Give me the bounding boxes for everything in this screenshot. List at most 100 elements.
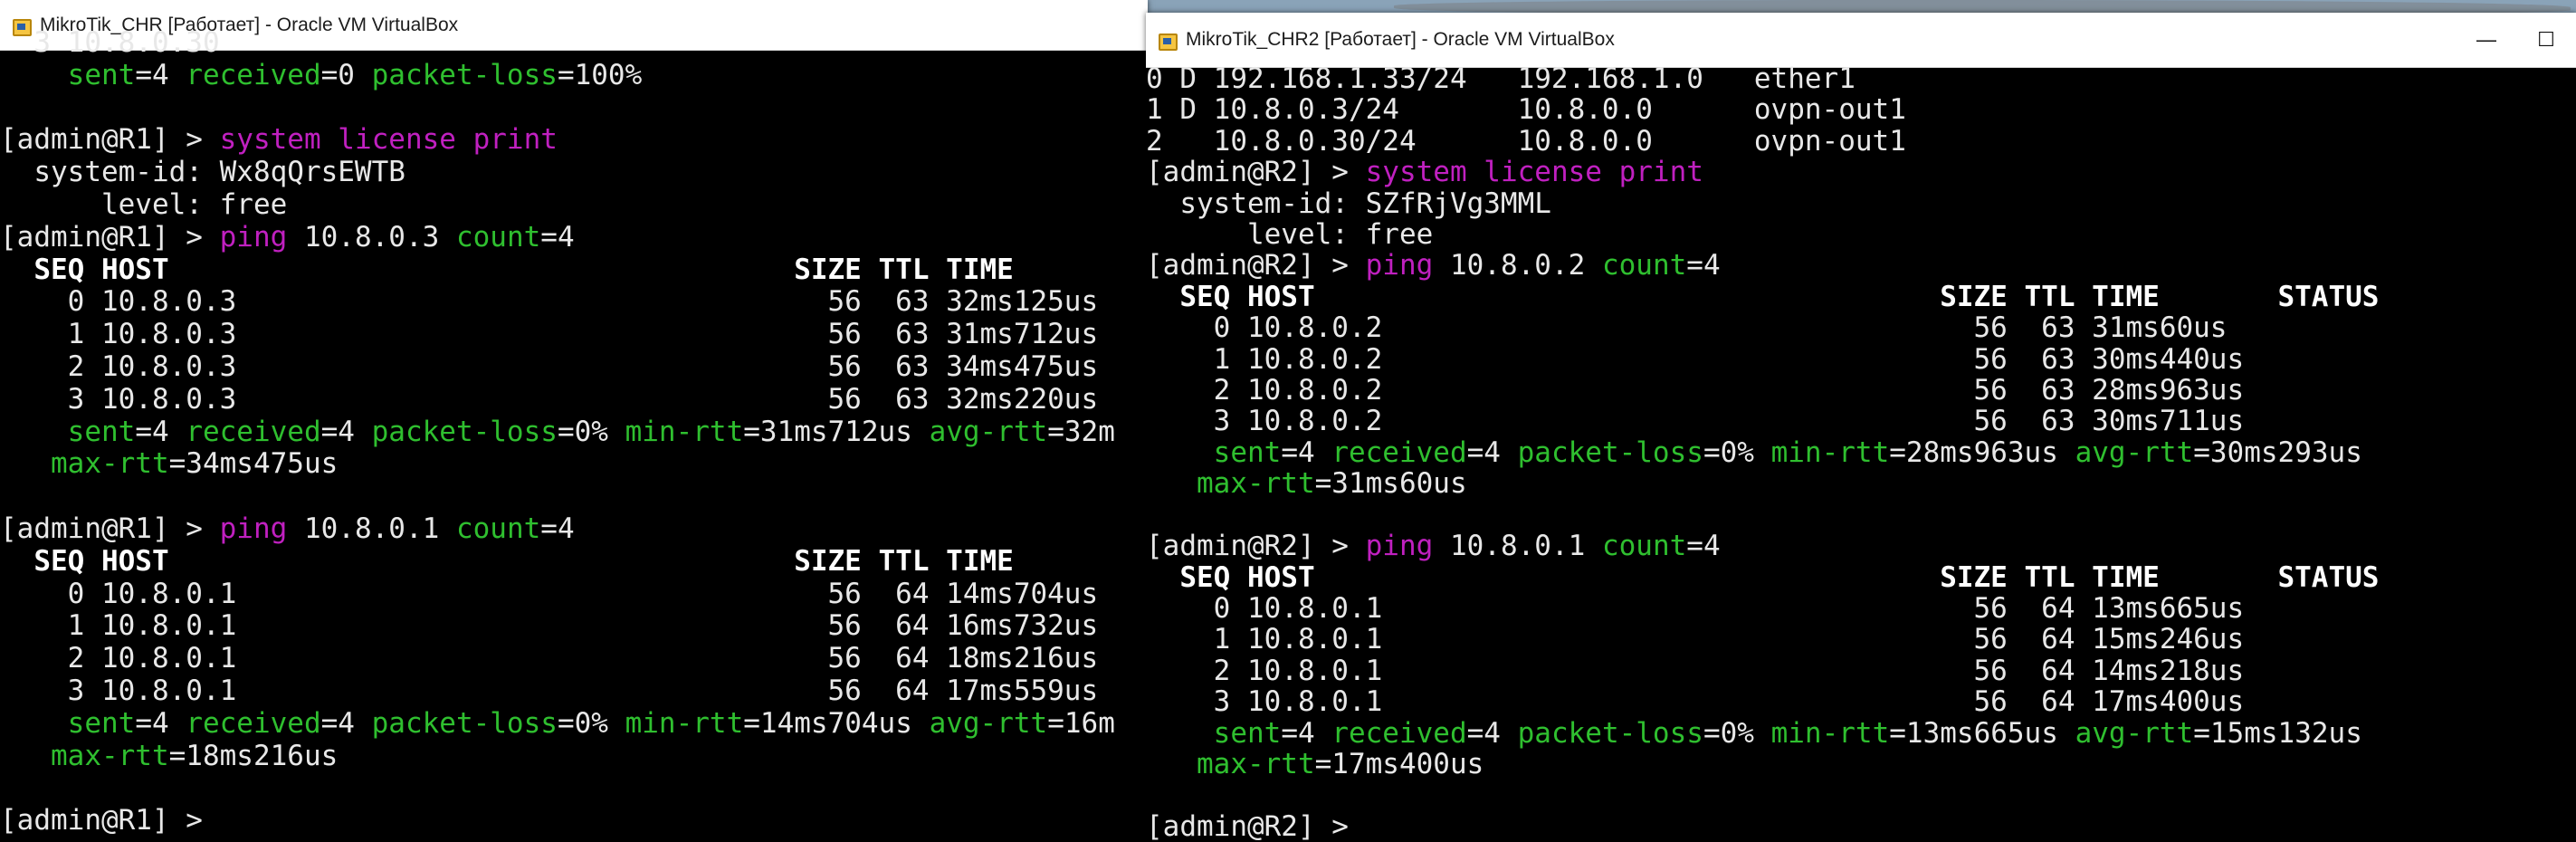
terminal-text: =0%: [1703, 716, 1771, 750]
terminal-line: 2 10.8.0.30/24 10.8.0.0 ovpn-out1: [1146, 126, 2576, 157]
terminal-text: 3 10.8.0.1 56 64 17ms400us: [1146, 685, 2245, 719]
terminal-line: 2 10.8.0.2 56 63 28ms963us: [1146, 375, 2576, 406]
terminal-text: print: [472, 123, 558, 157]
terminal-text: packet-loss: [371, 415, 558, 448]
terminal-line: 0 10.8.0.1 56 64 13ms665us: [1146, 593, 2576, 624]
terminal-text: =4: [320, 706, 372, 740]
terminal-text: 2 10.8.0.1 56 64 18ms216us: [0, 642, 1099, 675]
terminal-text: SEQ HOST SIZE TTL TIME STATUS: [1146, 280, 2380, 313]
terminal-text: sent: [1146, 716, 1282, 750]
terminal-line: sent=4 received=4 packet-loss=0% min-rtt…: [0, 416, 1148, 449]
terminal-text: SEQ HOST SIZE TTL TIME: [0, 544, 1014, 578]
terminal-text: =4: [135, 706, 186, 740]
terminal-text: =4: [1281, 435, 1332, 469]
terminal-console[interactable]: 3 10.8.0.30 sent=4 received=0 packet-los…: [0, 27, 1148, 842]
terminal-text: avg-rtt: [2075, 435, 2194, 469]
terminal-text: 10.8.0.3: [303, 220, 456, 254]
terminal-text: received: [1331, 435, 1467, 469]
terminal-text: packet-loss: [1517, 435, 1703, 469]
terminal-line: SEQ HOST SIZE TTL TIME STATUS: [1146, 561, 2576, 593]
terminal-line: SEQ HOST SIZE TTL TIME: [0, 254, 1148, 287]
terminal-text: =0%: [557, 415, 625, 448]
terminal-text: 1 D 10.8.0.3/24 10.8.0.0 ovpn-out1: [1146, 93, 1906, 127]
terminal-text: packet-loss: [371, 706, 558, 740]
terminal-text: =32m: [1047, 415, 1115, 448]
terminal-text: ping: [219, 220, 304, 254]
terminal-line: [admin@R2] > ping 10.8.0.1 count=4: [1146, 531, 2576, 561]
terminal-text: sent: [0, 415, 136, 448]
terminal-line: sent=4 received=4 packet-loss=0% min-rtt…: [1146, 716, 2576, 750]
terminal-line: [1146, 500, 2576, 531]
terminal-line: 0 10.8.0.3 56 63 32ms125us: [0, 285, 1148, 319]
terminal-line: 0 10.8.0.1 56 64 14ms704us: [0, 577, 1148, 611]
terminal-text: [admin@R1] >: [0, 123, 220, 157]
terminal-text: =4: [135, 415, 186, 448]
terminal-line: 0 D 192.168.1.33/24 192.168.1.0 ether1: [1146, 63, 2576, 94]
terminal-text: [admin@R1] >: [0, 804, 203, 837]
terminal-line: [0, 772, 1148, 805]
terminal-text: 3 10.8.0.1 56 64 17ms559us: [0, 674, 1099, 707]
terminal-line: [admin@R1] > ping 10.8.0.1 count=4: [0, 512, 1148, 546]
window-titlebar[interactable]: MikroTik_CHR2 [Работает] - Oracle VM Vir…: [1146, 13, 2576, 68]
terminal-text: 1 10.8.0.1 56 64 16ms732us: [0, 609, 1099, 643]
terminal-text: received: [186, 58, 321, 91]
terminal-line: level: free: [0, 188, 1148, 222]
terminal-text: max-rtt: [0, 447, 169, 481]
terminal-line: 3 10.8.0.1 56 64 17ms559us: [0, 675, 1148, 708]
terminal-text: sent: [1146, 435, 1282, 469]
terminal-console[interactable]: 0 D 192.168.1.33/24 192.168.1.0 ether1 1 …: [1146, 63, 2576, 842]
minimize-button[interactable]: —: [2457, 13, 2516, 67]
terminal-text: ping: [1365, 249, 1450, 282]
terminal-text: 0 D 192.168.1.33/24 192.168.1.0 ether1: [1146, 63, 1856, 95]
terminal-text: min-rtt: [625, 415, 744, 448]
terminal-line: [0, 92, 1148, 125]
terminal-text: 0 10.8.0.2 56 63 31ms60us: [1146, 311, 2228, 345]
terminal-line: system-id: SZfRjVg3MML: [1146, 187, 2576, 219]
terminal-text: count: [1601, 530, 1687, 563]
terminal-text: 0 10.8.0.1 56 64 14ms704us: [0, 577, 1099, 610]
terminal-line: sent=4 received=4 packet-loss=0% min-rtt…: [1146, 437, 2576, 468]
terminal-text: [admin@R1] >: [0, 512, 220, 545]
window-title: MikroTik_CHR2 [Работает] - Oracle VM Vir…: [1186, 29, 1615, 50]
terminal-text: =17ms400us: [1314, 747, 1484, 780]
vm-window-r2[interactable]: MikroTik_CHR2 [Работает] - Oracle VM Vir…: [1146, 13, 2576, 842]
terminal-text: sent: [0, 706, 136, 740]
terminal-text: max-rtt: [0, 739, 169, 772]
maximize-button[interactable]: ☐: [2516, 13, 2576, 67]
terminal-text: =30ms293us: [2193, 435, 2362, 469]
terminal-text: =100%: [557, 58, 643, 91]
terminal-text: 2 10.8.0.1 56 64 14ms218us: [1146, 654, 2245, 687]
terminal-text: =4: [1466, 435, 1518, 469]
terminal-text: min-rtt: [1770, 716, 1890, 750]
terminal-line: sent=4 received=0 packet-loss=100%: [0, 58, 1148, 92]
terminal-line: sent=4 received=4 packet-loss=0% min-rtt…: [0, 706, 1148, 741]
terminal-text: 0 10.8.0.1 56 64 13ms665us: [1146, 591, 2245, 625]
terminal-text: [admin@R2] >: [1146, 156, 1366, 189]
terminal-line: [admin@R1] > system license print: [0, 123, 1148, 157]
terminal-text: received: [186, 706, 321, 740]
terminal-text: max-rtt: [1146, 747, 1315, 780]
terminal-text: 1 10.8.0.3 56 63 31ms712us: [0, 318, 1099, 351]
terminal-text: 3 10.8.0.30: [0, 27, 220, 59]
terminal-text: =31ms712us: [743, 415, 930, 448]
terminal-text: packet-loss: [371, 58, 558, 91]
terminal-text: =31ms60us: [1314, 467, 1467, 501]
terminal-text: 2 10.8.0.3 56 63 34ms475us: [0, 349, 1099, 383]
terminal-line: max-rtt=18ms216us: [0, 739, 1148, 773]
terminal-line: max-rtt=34ms475us: [0, 447, 1148, 481]
vm-window-r1[interactable]: MikroTik_CHR [Работает] - Oracle VM Virt…: [0, 0, 1148, 842]
terminal-line: 1 D 10.8.0.3/24 10.8.0.0 ovpn-out1: [1146, 94, 2576, 125]
terminal-text: 3 10.8.0.3 56 63 32ms220us: [0, 382, 1099, 416]
terminal-text: count: [1601, 249, 1687, 282]
terminal-line: 0 10.8.0.2 56 63 31ms60us: [1146, 312, 2576, 343]
terminal-text: =4: [540, 220, 575, 254]
terminal-text: [admin@R2] >: [1146, 530, 1366, 563]
terminal-line: [admin@R2] > ping 10.8.0.2 count=4: [1146, 250, 2576, 281]
terminal-text: 10.8.0.1: [303, 512, 456, 545]
terminal-text: =34ms475us: [168, 447, 339, 481]
terminal-text: system license: [219, 123, 473, 157]
virtualbox-icon: [1157, 31, 1178, 51]
